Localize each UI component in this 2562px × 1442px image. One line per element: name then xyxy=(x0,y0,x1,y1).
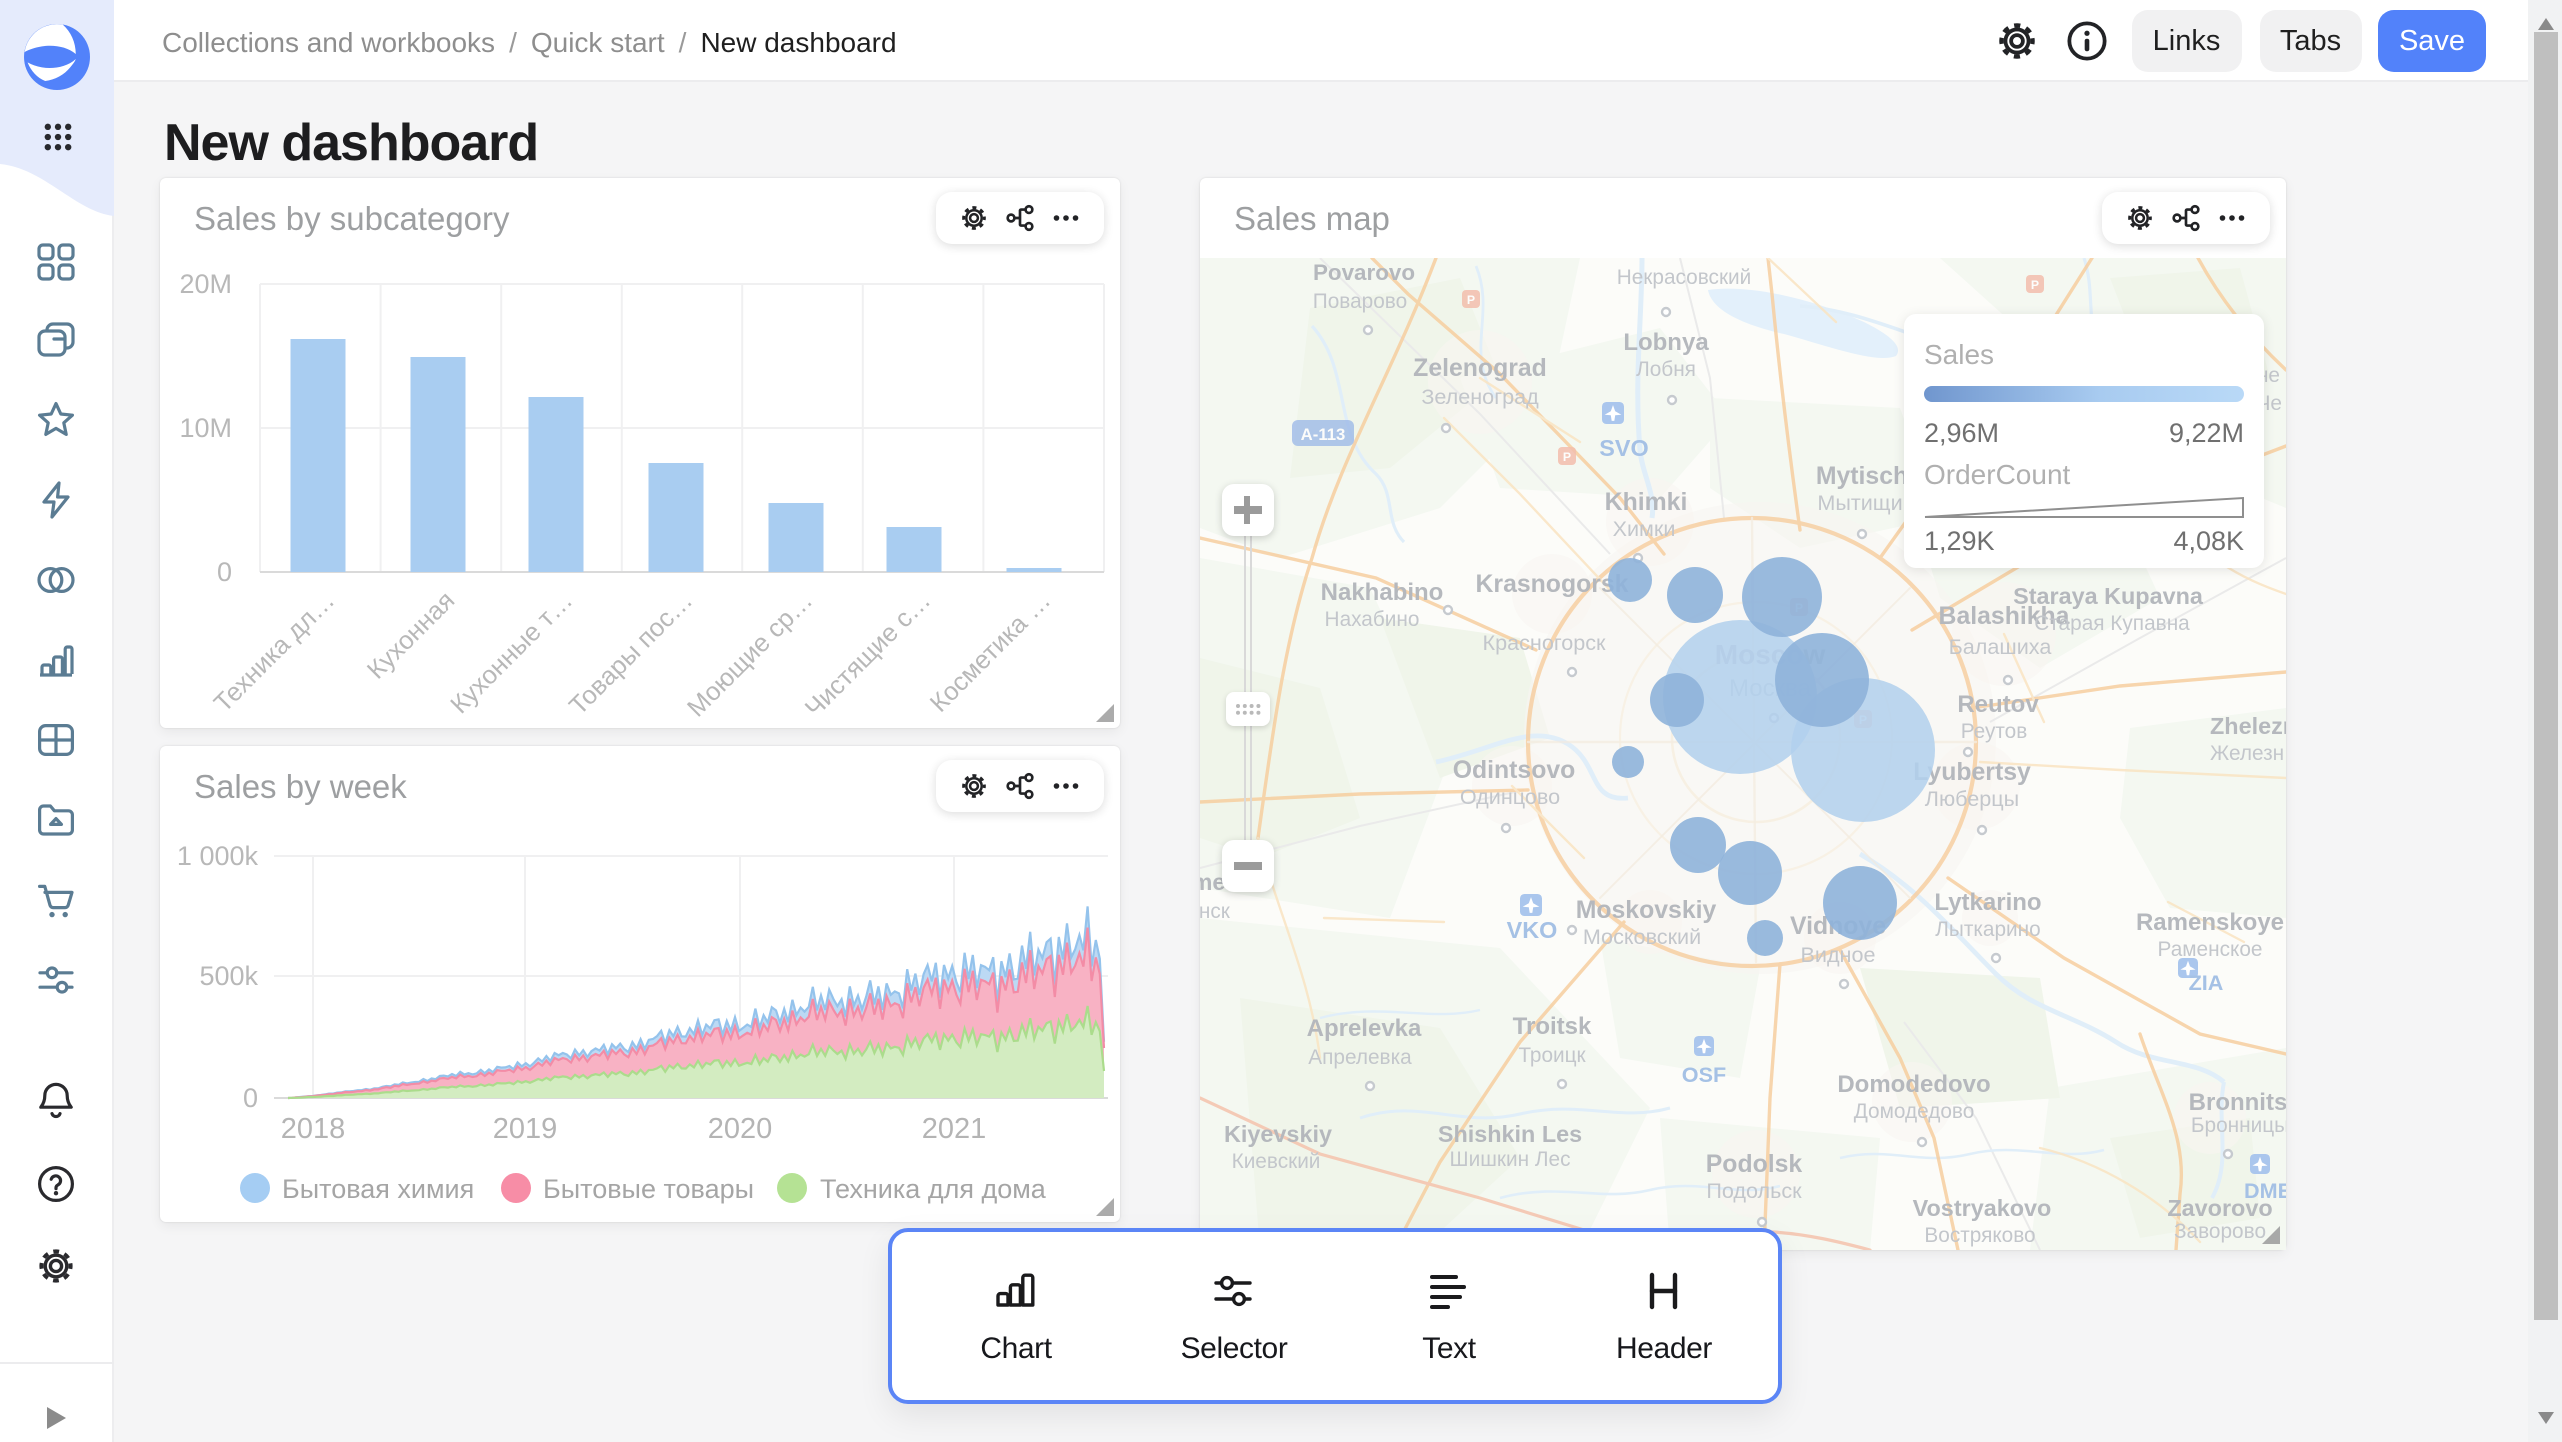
svg-text:2019: 2019 xyxy=(493,1113,558,1145)
svg-text:Товары пос…: Товары пос… xyxy=(564,586,698,720)
svg-text:Техника дл…: Техника дл… xyxy=(209,586,340,717)
svg-text:Бытовая химия: Бытовая химия xyxy=(282,1174,474,1204)
svg-text:10M: 10M xyxy=(179,413,232,443)
svg-text:20M: 20M xyxy=(179,269,232,299)
svg-text:2020: 2020 xyxy=(708,1113,773,1145)
svg-text:500k: 500k xyxy=(199,961,258,991)
svg-text:2018: 2018 xyxy=(281,1113,346,1145)
svg-text:Бытовые товары: Бытовые товары xyxy=(543,1174,754,1204)
svg-text:Чистящие с…: Чистящие с… xyxy=(800,586,936,722)
svg-text:Моющие ср…: Моющие ср… xyxy=(682,586,818,722)
svg-text:Кухонная: Кухонная xyxy=(362,586,460,684)
svg-text:0: 0 xyxy=(243,1083,258,1113)
svg-text:Техника для дома: Техника для дома xyxy=(820,1174,1047,1204)
svg-text:Кухонные т…: Кухонные т… xyxy=(445,586,578,719)
svg-text:0: 0 xyxy=(217,557,232,587)
svg-text:Косметика …: Косметика … xyxy=(925,586,1056,717)
svg-text:2021: 2021 xyxy=(922,1113,987,1145)
svg-text:1 000k: 1 000k xyxy=(177,841,259,871)
